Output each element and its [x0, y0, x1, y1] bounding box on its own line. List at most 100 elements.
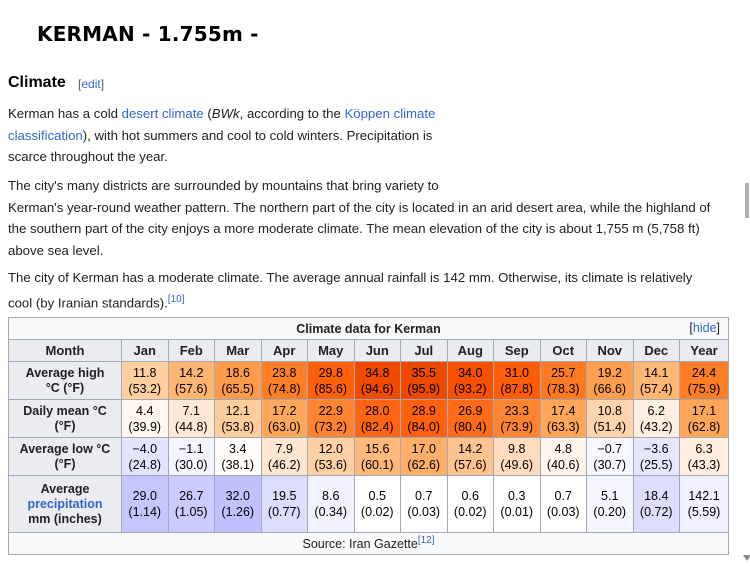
text: ), with hot summers and cool to cold win… [82, 127, 433, 143]
climate-cell: 17.2 (63.0) [260, 399, 308, 438]
row-label-precipitation: Average precipitation mm (inches) [8, 475, 122, 533]
cell-value-celsius: 29.8 [318, 365, 343, 380]
cell-value-imperial: (39.9) [128, 419, 162, 434]
climate-cell: 23.8 (74.8) [260, 361, 308, 400]
cell-value-imperial: (53.6) [314, 457, 348, 472]
cell-value-imperial: (44.8) [174, 419, 208, 434]
cell-value-imperial: (5.59) [687, 505, 721, 519]
cell-value-celsius: 17.4 [551, 403, 576, 418]
climate-cell: 6.3 (43.3) [678, 437, 730, 476]
text: , according to the [239, 106, 345, 121]
cell-value-celsius: 4.8 [554, 441, 572, 456]
month-header-nov: Nov [586, 339, 634, 362]
cell-value-imperial: (0.77) [267, 505, 301, 519]
cell-value-imperial: (51.4) [593, 419, 627, 434]
cell-value-celsius: 6.2 [647, 403, 665, 418]
cell-value-celsius: 17.0 [411, 441, 436, 456]
cell-value-celsius: 8.6 [322, 489, 340, 503]
precipitation-link[interactable]: precipitation [27, 497, 102, 511]
cell-value-imperial: (30.0) [174, 457, 208, 472]
cell-value-imperial: (62.8) [687, 419, 721, 434]
cell-value-celsius: −0.7 [597, 441, 623, 456]
cell-value-imperial: (43.2) [639, 419, 673, 434]
cell-value-imperial: (1.14) [128, 505, 162, 519]
climate-cell: 17.1 (62.8) [678, 399, 730, 438]
cell-value-celsius: 17.2 [272, 403, 297, 418]
climate-cell: 22.9 (73.2) [307, 399, 355, 438]
climate-cell: 0.7 (0.03) [400, 475, 448, 533]
scrollbar-thumb[interactable] [745, 183, 749, 218]
climate-cell: 34.0 (93.2) [446, 361, 494, 400]
cell-value-celsius: −3.6 [643, 441, 669, 456]
climate-cell: 5.1 (0.20) [586, 475, 634, 533]
climate-cell: 35.5 (95.9) [400, 361, 448, 400]
text: The city's many districts are surrounded… [8, 178, 439, 193]
cell-value-celsius: 12.0 [318, 441, 343, 456]
month-header-year: Year [678, 339, 730, 362]
koppen-code: BWk [211, 106, 240, 121]
cell-value-celsius: 0.7 [554, 489, 572, 503]
cell-value-celsius: 31.0 [504, 365, 529, 380]
month-header-may: May [307, 339, 355, 362]
cell-value-celsius: 34.0 [458, 365, 483, 380]
koppen-link[interactable]: Köppen climate [344, 106, 435, 121]
cell-value-celsius: 11.8 [133, 365, 157, 380]
hide-link[interactable]: hide [693, 321, 717, 335]
cell-value-imperial: (53.2) [128, 381, 162, 396]
cell-value-celsius: 4.4 [136, 403, 154, 418]
climate-cell: 23.3 (73.9) [493, 399, 541, 438]
climate-cell: 28.9 (84.0) [400, 399, 448, 438]
climate-cell: 11.8 (53.2) [121, 361, 169, 400]
cell-value-imperial: (63.0) [267, 419, 301, 434]
cell-value-celsius: −4.0 [132, 441, 158, 456]
cell-value-celsius: 14.1 [644, 365, 669, 380]
cell-value-celsius: 0.6 [461, 489, 479, 503]
edit-link[interactable]: edit [81, 77, 100, 91]
climate-cell: −3.6 (25.5) [632, 437, 680, 476]
cell-value-imperial: (78.3) [546, 381, 580, 396]
climate-cell: 10.8 (51.4) [586, 399, 634, 438]
cell-value-imperial: (57.4) [639, 381, 673, 396]
climate-cell: 142.1 (5.59) [678, 475, 730, 533]
row-label-average-high: Average high °C (°F) [8, 361, 122, 400]
cell-value-imperial: (65.5) [221, 381, 255, 396]
desert-climate-link[interactable]: desert climate [122, 106, 204, 121]
label-line: (°F) [54, 418, 76, 433]
cell-value-imperial: (63.3) [546, 419, 580, 434]
reference-12[interactable]: [12] [418, 535, 435, 546]
cell-value-imperial: (1.05) [174, 505, 208, 519]
cell-value-imperial: (0.03) [546, 505, 580, 519]
cell-value-celsius: 25.7 [551, 365, 576, 380]
edit-section: [edit] [78, 77, 104, 91]
climate-cell: 14.2 (57.6) [167, 361, 215, 400]
paragraph-3: The city of Kerman has a moderate climat… [8, 267, 692, 313]
climate-cell: 0.7 (0.03) [539, 475, 587, 533]
text: ( [203, 106, 212, 121]
climate-cell: 18.6 (65.5) [214, 361, 262, 400]
text: the southern part of the city enjoys a m… [8, 221, 700, 236]
cell-value-celsius: 28.9 [411, 403, 436, 418]
cell-value-imperial: (80.4) [453, 419, 487, 434]
cell-value-imperial: (74.8) [267, 381, 301, 396]
cell-value-imperial: (93.2) [453, 381, 487, 396]
climate-cell: 17.0 (62.6) [400, 437, 448, 476]
climate-cell: 29.8 (85.6) [307, 361, 355, 400]
climate-cell: 4.4 (39.9) [121, 399, 169, 438]
scroll-down-arrow-icon[interactable] [743, 555, 750, 561]
cell-value-celsius: 18.4 [644, 489, 669, 503]
climate-cell: 12.1 (53.8) [214, 399, 262, 438]
climate-cell: 15.6 (60.1) [353, 437, 401, 476]
reference-10[interactable]: [10] [168, 294, 185, 305]
koppen-link-cont[interactable]: classification [8, 128, 83, 143]
hide-bracket-close: ] [716, 321, 721, 335]
text: cool (by Iranian standards). [8, 294, 168, 310]
cell-value-celsius: 26.9 [458, 403, 483, 418]
cell-value-imperial: (53.8) [221, 419, 255, 434]
cell-value-imperial: (49.6) [500, 457, 534, 472]
month-header-jan: Jan [121, 339, 169, 362]
row-label-daily-mean: Daily mean °C (°F) [8, 399, 122, 438]
label-line: Average high [25, 365, 105, 380]
text: scarce throughout the year. [8, 149, 168, 164]
cell-value-imperial: (82.4) [360, 419, 394, 434]
cell-value-celsius: 9.8 [508, 441, 526, 456]
